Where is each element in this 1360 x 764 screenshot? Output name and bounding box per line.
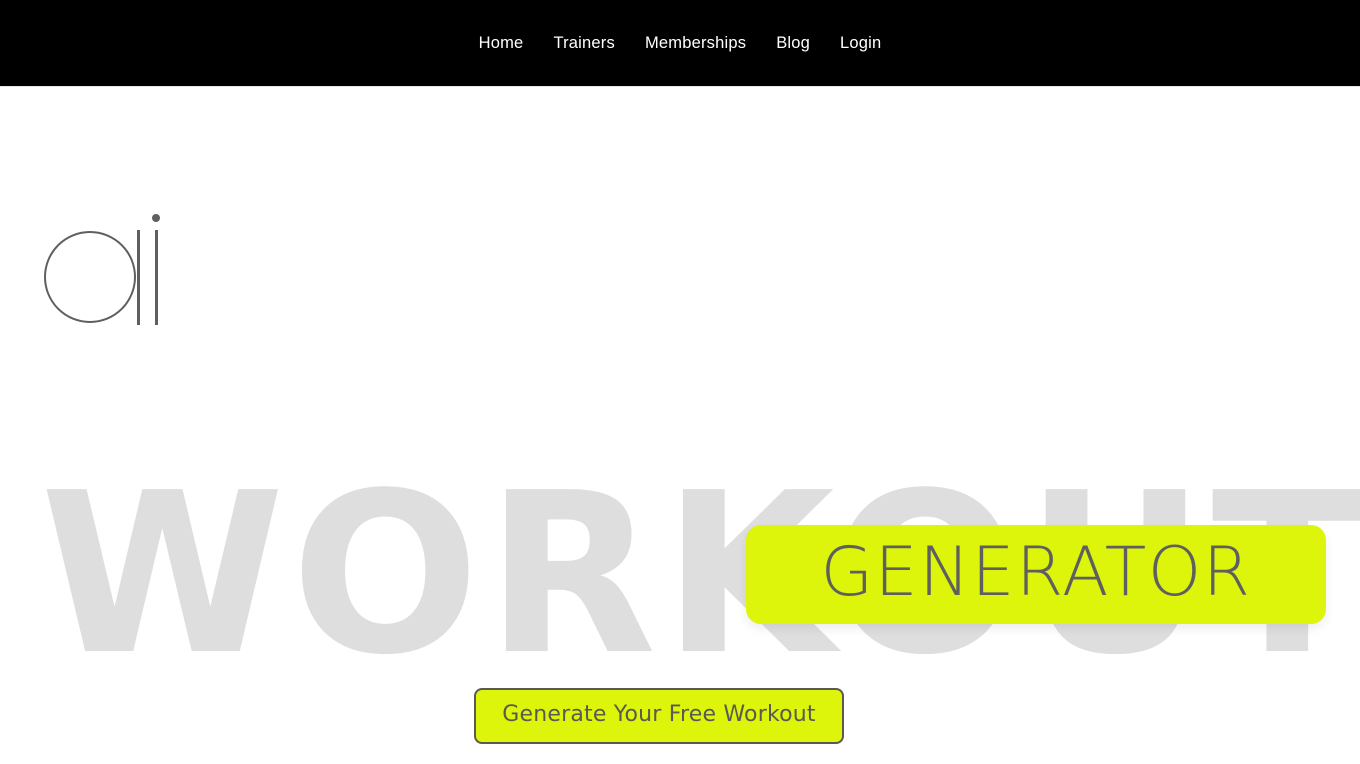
letter-i-stem-shape [155,230,158,325]
nav-item-home[interactable]: Home [477,31,526,56]
hero-section: ai WORKOUT GENERATOR Generate Your Free … [0,87,1360,764]
generate-free-workout-button[interactable]: Generate Your Free Workout [474,688,844,744]
cta-container: Generate Your Free Workout [0,688,1360,744]
nav-item-trainers[interactable]: Trainers [551,31,617,56]
letter-a-bowl-shape [44,231,136,323]
nav-menu: Home Trainers Memberships Blog Login [477,31,884,56]
hero-highlight-pill: GENERATOR [746,525,1326,624]
nav-item-memberships[interactable]: Memberships [643,31,748,56]
nav-item-login[interactable]: Login [838,31,883,56]
nav-item-blog[interactable]: Blog [774,31,812,56]
hero-headline-generator: GENERATOR [820,532,1252,612]
letter-i-dot-shape [152,214,160,222]
ai-logo-mark: ai [44,212,234,337]
letter-a-stem-shape [137,230,140,325]
top-navigation-bar: Home Trainers Memberships Blog Login [0,0,1360,87]
